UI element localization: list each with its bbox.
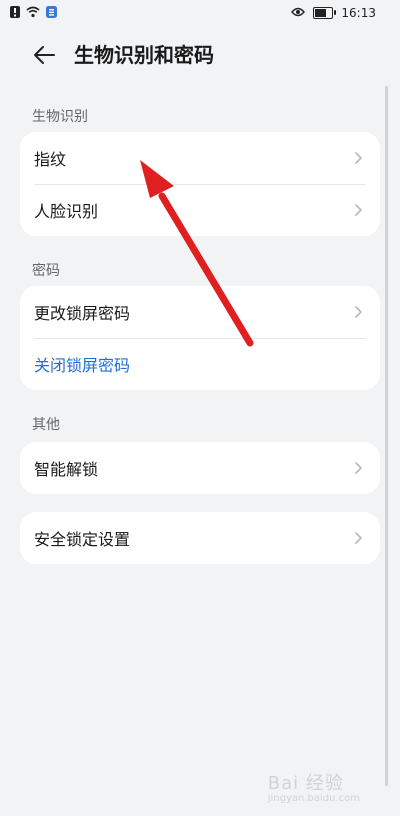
row-label: 安全锁定设置 — [34, 530, 131, 549]
row-smart-unlock[interactable]: 智能解锁 — [20, 442, 380, 494]
notification-icon — [10, 6, 20, 21]
card-biometrics: 指纹 人脸识别 — [20, 132, 380, 236]
status-bar: 16:13 — [0, 0, 400, 28]
row-disable-lock-password[interactable]: 关闭锁屏密码 — [20, 338, 380, 390]
back-button[interactable] — [28, 40, 62, 70]
app-notification-icon — [46, 6, 57, 21]
chevron-right-icon — [355, 532, 362, 544]
status-icons-right: 16:13 — [291, 6, 376, 20]
divider — [34, 184, 366, 185]
status-time: 16:13 — [341, 6, 376, 20]
section-label-other: 其他 — [32, 417, 60, 433]
header: 生物识别和密码 — [0, 28, 400, 86]
row-fingerprint[interactable]: 指纹 — [20, 132, 380, 184]
status-icons-left — [10, 6, 57, 21]
card-password: 更改锁屏密码 关闭锁屏密码 — [20, 286, 380, 390]
scrollbar[interactable] — [385, 86, 388, 786]
battery-icon — [313, 7, 337, 19]
wifi-icon — [26, 6, 40, 21]
row-change-lock-password[interactable]: 更改锁屏密码 — [20, 286, 380, 338]
row-label: 指纹 — [34, 150, 67, 169]
chevron-right-icon — [355, 462, 362, 474]
chevron-right-icon — [355, 152, 362, 164]
row-label: 关闭锁屏密码 — [34, 356, 131, 375]
chevron-right-icon — [355, 306, 362, 318]
row-label: 人脸识别 — [34, 202, 99, 221]
page-title: 生物识别和密码 — [74, 43, 214, 67]
section-label-biometrics: 生物识别 — [32, 109, 88, 125]
back-arrow-icon — [34, 46, 55, 64]
eye-icon — [291, 6, 306, 20]
row-label: 智能解锁 — [34, 460, 99, 479]
divider — [34, 338, 366, 339]
watermark-main: Bai 经验 — [267, 773, 344, 794]
card-security: 安全锁定设置 — [20, 512, 380, 564]
section-label-password: 密码 — [32, 263, 60, 279]
watermark: Bai 经验 jingyan.baidu.com — [268, 769, 360, 804]
row-label: 更改锁屏密码 — [34, 304, 131, 323]
row-face-recognition[interactable]: 人脸识别 — [20, 184, 380, 236]
watermark-sub: jingyan.baidu.com — [267, 793, 360, 804]
card-other: 智能解锁 — [20, 442, 380, 494]
chevron-right-icon — [355, 204, 362, 216]
row-security-lock-settings[interactable]: 安全锁定设置 — [20, 512, 380, 564]
